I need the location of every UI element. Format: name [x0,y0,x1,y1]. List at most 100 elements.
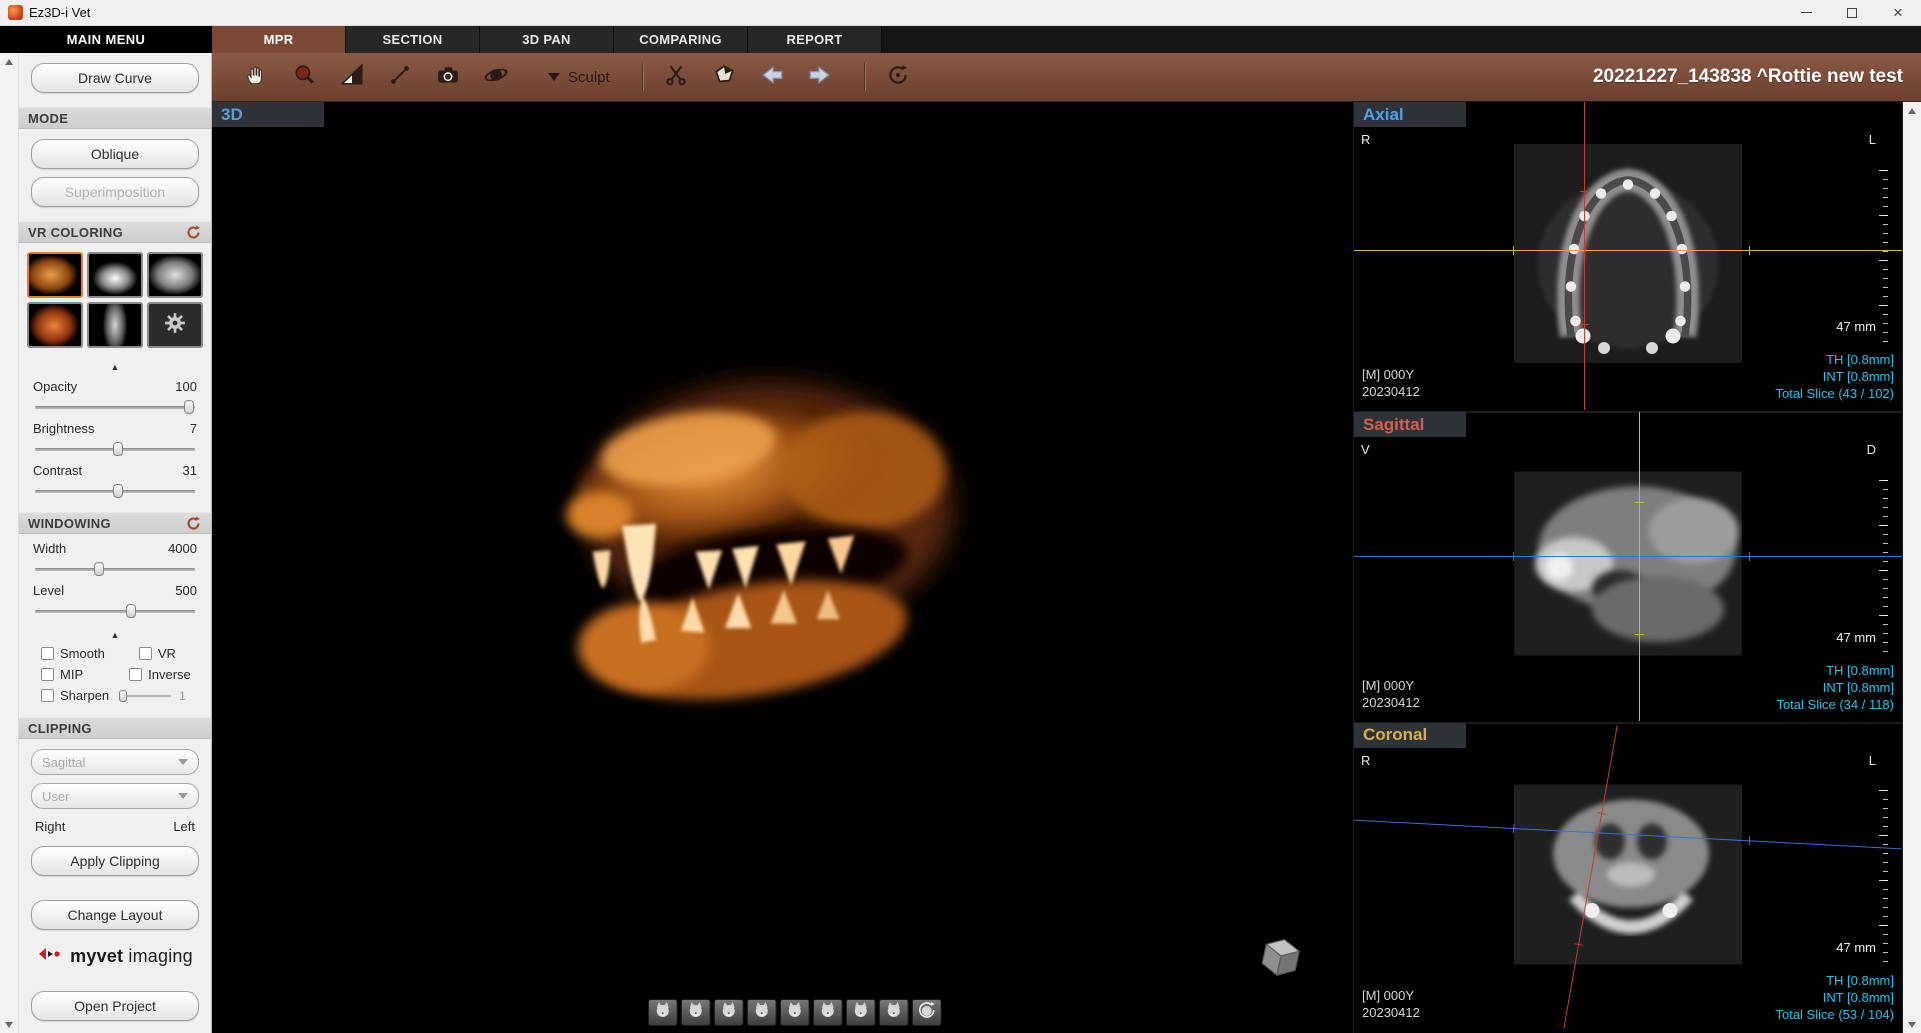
vr-preset-teeth[interactable] [87,252,143,298]
orientation-preset-4[interactable] [746,999,776,1026]
mpr-panel-sagittal[interactable]: Sagittal V D [1354,412,1902,722]
oblique-button[interactable]: Oblique [31,139,199,169]
refresh-icon[interactable] [185,224,202,241]
checkbox-box [41,689,54,702]
orientation-marker-left: R [1361,753,1370,768]
thickness-value: TH [0.8mm] [1776,662,1894,679]
level-slider-thumb[interactable] [126,604,136,618]
rotate-3d-tool-button[interactable] [478,59,514,95]
orientation-preset-1[interactable] [647,999,677,1026]
gear-icon [164,312,186,339]
pan-tool-button[interactable] [238,59,274,95]
width-slider-thumb[interactable] [94,562,104,576]
brightness-slider-thumb[interactable] [113,442,123,456]
volume-render-skull[interactable] [512,287,982,792]
sharpen-label: Sharpen [60,688,109,703]
width-slider[interactable] [35,562,195,576]
scroll-down-button[interactable] [1,1016,18,1033]
undo-button[interactable] [754,59,790,95]
dog-head-icon [883,1000,903,1025]
orientation-preset-8[interactable] [878,999,908,1026]
scroll-up-button[interactable] [1904,102,1921,119]
zoom-tool-button[interactable] [286,59,322,95]
vr-preset-spine[interactable] [87,302,143,348]
vr-preset-bone-orange[interactable] [27,252,83,298]
measure-tool-button[interactable] [382,59,418,95]
crosshair-vertical-line[interactable] [1584,102,1585,410]
crosshair-horizontal-line[interactable] [1354,250,1902,251]
study-date: 20230412 [1362,1004,1420,1021]
coronal-slice-image[interactable] [1514,784,1742,969]
orientation-preset-2[interactable] [680,999,710,1026]
sharpen-slider[interactable] [119,690,171,702]
windowing-tool-button[interactable] [334,59,370,95]
tab-3d-pan[interactable]: 3D PAN [480,26,614,53]
mpr-panel-coronal[interactable]: Coronal R L [1354,723,1902,1033]
opacity-slider-thumb[interactable] [184,400,194,414]
scroll-up-button[interactable] [1,53,18,70]
maximize-button[interactable] [1829,0,1875,25]
contrast-slider-thumb[interactable] [113,484,123,498]
superimposition-button[interactable]: Superimposition [31,177,199,207]
vr-checkbox[interactable]: VR [139,646,176,661]
orientation-preset-6[interactable] [812,999,842,1026]
mip-checkbox[interactable]: MIP [41,667,83,682]
reset-sculpt-button[interactable] [880,59,916,95]
mpr-scrollbar[interactable] [1902,102,1921,1033]
tab-mpr[interactable]: MPR [212,26,346,53]
tab-section[interactable]: SECTION [346,26,480,53]
crosshair-horizontal-line[interactable] [1354,556,1902,557]
orientation-preset-3[interactable] [713,999,743,1026]
refresh-icon[interactable] [185,515,202,532]
orientation-cube[interactable] [1253,928,1309,989]
orientation-preset-reset[interactable] [911,999,941,1026]
smooth-checkbox[interactable]: Smooth [41,646,105,661]
clipping-mode-dropdown[interactable]: User [31,783,199,809]
vr-preset-custom-settings[interactable] [147,302,203,348]
close-icon: × [1893,3,1903,23]
sculpt-polygon-tool-button[interactable] [706,59,742,95]
sharpen-checkbox[interactable]: Sharpen [41,688,109,703]
smooth-label: Smooth [60,646,105,661]
redo-button[interactable] [802,59,838,95]
vr-preset-soft-tissue[interactable] [27,302,83,348]
inverse-checkbox[interactable]: Inverse [129,667,191,682]
capture-tool-button[interactable] [430,59,466,95]
tab-report[interactable]: REPORT [748,26,882,53]
patient-info: [M] 000Y 20230412 [1362,987,1420,1021]
mpr-panel-axial[interactable]: Axial R L [1354,102,1902,412]
minimize-button[interactable] [1783,0,1829,25]
filter-collapse-toggle[interactable]: ▲ [19,630,211,640]
vr-preset-gray-bone[interactable] [147,252,203,298]
tab-main-menu[interactable]: MAIN MENU [0,26,212,53]
clipping-section-header: CLIPPING [19,717,211,739]
dog-head-icon [784,1000,804,1025]
sharpen-slider-thumb[interactable] [119,690,127,702]
contrast-slider[interactable] [35,484,195,498]
vr-coloring-section-header: VR COLORING [19,221,211,243]
clipping-plane-dropdown[interactable]: Sagittal [31,749,199,775]
sagittal-slice-image[interactable] [1514,472,1742,661]
change-layout-button[interactable]: Change Layout [31,900,199,930]
thickness-value: TH [0.8mm] [1775,351,1894,368]
orientation-preset-5[interactable] [779,999,809,1026]
chevron-down-icon [548,73,560,81]
level-slider[interactable] [35,604,195,618]
tab-comparing[interactable]: COMPARING [614,26,748,53]
orientation-marker-left: V [1361,442,1370,457]
sculpt-dropdown[interactable]: Sculpt [548,69,610,86]
draw-curve-button[interactable]: Draw Curve [31,63,199,93]
scroll-down-button[interactable] [1904,1016,1921,1033]
apply-clipping-button[interactable]: Apply Clipping [31,846,199,876]
close-button[interactable]: × [1875,0,1921,25]
sidebar-scrollbar[interactable] [0,53,19,1033]
viewport-3d[interactable]: 3D [212,102,1353,1033]
open-project-button[interactable]: Open Project [31,991,199,1021]
sculpt-cut-tool-button[interactable] [658,59,694,95]
axial-slice-image[interactable] [1514,144,1742,368]
opacity-slider[interactable] [35,400,195,414]
orientation-preset-7[interactable] [845,999,875,1026]
brightness-slider[interactable] [35,442,195,456]
crosshair-vertical-line[interactable] [1639,412,1640,720]
render-collapse-toggle[interactable]: ▲ [19,362,211,372]
